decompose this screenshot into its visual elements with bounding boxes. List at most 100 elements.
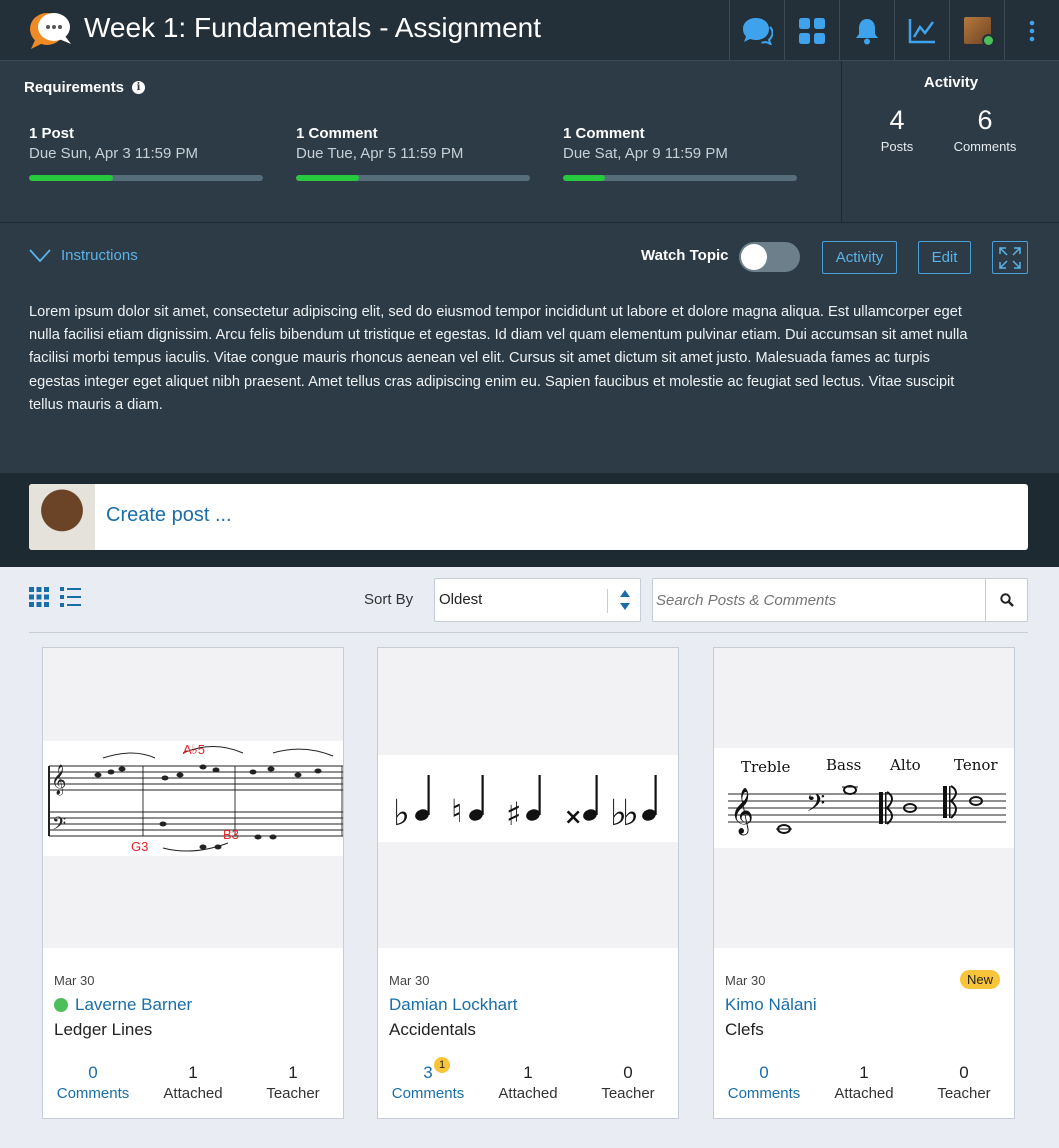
post-author-name: Kimo Nālani <box>725 995 817 1014</box>
watch-topic-toggle[interactable] <box>739 242 800 272</box>
clef-label: Bass <box>826 756 861 774</box>
svg-text:𝄢: 𝄢 <box>806 789 825 824</box>
post-image[interactable]: ♭ ♮ ♯ × ♭ ♭ <box>378 648 678 948</box>
comments-stat[interactable]: 3 1 Comments <box>378 1057 478 1102</box>
activity-title: Activity <box>923 74 979 91</box>
clef-label: Treble <box>741 758 790 776</box>
edit-button[interactable]: Edit <box>918 241 971 274</box>
post-card[interactable]: Treble Bass Alto Tenor 𝄞 𝄢 New Mar 30 Ki… <box>713 647 1015 1119</box>
comments-label: Comments <box>953 139 1017 154</box>
teacher-stat: 1 Teacher <box>243 1063 343 1102</box>
svg-text:♮: ♮ <box>451 792 462 830</box>
attached-stat: 1 Attached <box>478 1063 578 1102</box>
chat-icon[interactable] <box>729 0 784 61</box>
svg-text:𝄞: 𝄞 <box>730 788 754 836</box>
svg-text:♯: ♯ <box>506 795 521 833</box>
note-label: B3 <box>223 827 239 842</box>
comments-label: Comments <box>727 1085 801 1102</box>
attached-count: 1 <box>523 1063 533 1082</box>
instructions-toggle[interactable]: Instructions <box>29 247 138 264</box>
search-icon <box>999 593 1014 607</box>
teacher-stat: 0 Teacher <box>578 1063 678 1102</box>
post-title[interactable]: Ledger Lines <box>54 1020 152 1040</box>
sort-select[interactable]: Oldest <box>434 578 641 622</box>
requirement-due: Due Sat, Apr 9 11:59 PM <box>563 145 728 162</box>
top-bar: Week 1: Fundamentals - Assignment <box>0 0 1059 61</box>
teacher-stat: 0 Teacher <box>914 1063 1014 1102</box>
teacher-label: Teacher <box>601 1085 655 1102</box>
watch-topic-label: Watch Topic <box>641 247 729 264</box>
attached-count: 1 <box>859 1063 869 1082</box>
requirement-due: Due Sun, Apr 3 11:59 PM <box>29 145 198 162</box>
post-author-link[interactable]: Laverne Barner <box>54 995 192 1015</box>
svg-text:×: × <box>564 805 582 830</box>
svg-text:𝄞: 𝄞 <box>51 764 66 796</box>
comments-count: 0 <box>88 1063 98 1082</box>
attached-stat: 1 Attached <box>814 1063 914 1102</box>
post-title[interactable]: Accidentals <box>389 1020 476 1040</box>
attached-label: Attached <box>163 1085 223 1102</box>
dashboard-icon[interactable] <box>784 0 839 61</box>
post-date: Mar 30 <box>54 973 95 988</box>
post-author-name: Damian Lockhart <box>389 995 518 1014</box>
attached-count: 1 <box>188 1063 198 1082</box>
comments-stat[interactable]: 6 Comments <box>945 105 1025 154</box>
post-card[interactable]: ♭ ♮ ♯ × ♭ ♭ Mar 30 Damian Lockhart Accid… <box>377 647 679 1119</box>
list-view-icon[interactable] <box>60 587 81 607</box>
requirement-progress-bar <box>563 175 797 181</box>
posts-stat[interactable]: 4 Posts <box>867 105 927 154</box>
analytics-icon[interactable] <box>894 0 949 61</box>
requirement-name: 1 Comment <box>296 125 378 142</box>
app-logo-icon[interactable] <box>29 10 73 50</box>
search-button[interactable] <box>985 579 1027 621</box>
expand-icon <box>999 246 1021 269</box>
requirements-panel: Requirements i 1 Post Due Sun, Apr 3 11:… <box>0 61 1059 223</box>
post-author-name: Laverne Barner <box>75 995 193 1014</box>
activity-button[interactable]: Activity <box>822 241 897 274</box>
comments-count: 3 <box>423 1063 433 1082</box>
post-date: Mar 30 <box>725 973 766 988</box>
search-input[interactable] <box>654 580 984 620</box>
posts-label: Posts <box>880 139 914 154</box>
more-icon[interactable] <box>1004 0 1059 61</box>
requirements-title: Requirements <box>24 79 125 96</box>
comments-label: Comments <box>56 1085 130 1102</box>
svg-text:𝄢: 𝄢 <box>52 814 66 839</box>
instructions-text: Lorem ipsum dolor sit amet, consectetur … <box>29 304 968 413</box>
requirement-name: 1 Comment <box>563 125 645 142</box>
comments-stat[interactable]: 0 Comments <box>714 1063 814 1102</box>
post-title[interactable]: Clefs <box>725 1020 764 1040</box>
instructions-label: Instructions <box>61 247 138 264</box>
requirement-item: 1 Comment Due Sat, Apr 9 11:59 PM <box>563 125 797 181</box>
user-avatar[interactable] <box>949 0 1004 61</box>
attached-label: Attached <box>834 1085 894 1102</box>
post-image[interactable]: Treble Bass Alto Tenor 𝄞 𝄢 <box>714 648 1014 948</box>
note-label: G3 <box>131 839 148 854</box>
clef-label: Tenor <box>954 756 998 774</box>
expand-button[interactable] <box>992 241 1028 274</box>
online-status-icon <box>54 998 68 1012</box>
comments-count: 0 <box>759 1063 769 1082</box>
svg-text:♭: ♭ <box>622 793 639 834</box>
teacher-label: Teacher <box>937 1085 991 1102</box>
chevron-down-icon <box>29 248 51 262</box>
user-avatar <box>29 484 95 550</box>
post-author-link[interactable]: Damian Lockhart <box>389 995 518 1015</box>
post-date: Mar 30 <box>389 973 430 988</box>
create-post-box[interactable]: Create post ... <box>29 484 1028 550</box>
post-image[interactable]: 𝄞 𝄢 A♭5 B3 G3 <box>43 648 343 948</box>
search-box <box>652 578 1028 622</box>
grid-view-icon[interactable] <box>29 587 49 607</box>
online-status-icon <box>981 34 995 47</box>
post-card[interactable]: 𝄞 𝄢 A♭5 B3 G3 Mar 30 Laverne Barner Ledg… <box>42 647 344 1119</box>
activity-summary: Activity 4 Posts 6 Comments <box>841 61 1059 222</box>
comments-stat[interactable]: 0 Comments <box>43 1063 143 1102</box>
page-title: Week 1: Fundamentals - Assignment <box>84 12 542 43</box>
bell-icon[interactable] <box>839 0 894 61</box>
post-author-link[interactable]: Kimo Nālani <box>725 995 817 1015</box>
sort-value: Oldest <box>439 591 483 608</box>
instructions-panel: Instructions Watch Topic Activity Edit L… <box>0 223 1059 473</box>
info-icon[interactable]: i <box>132 81 146 94</box>
requirement-progress-bar <box>29 175 263 181</box>
comments-label: Comments <box>391 1085 465 1102</box>
